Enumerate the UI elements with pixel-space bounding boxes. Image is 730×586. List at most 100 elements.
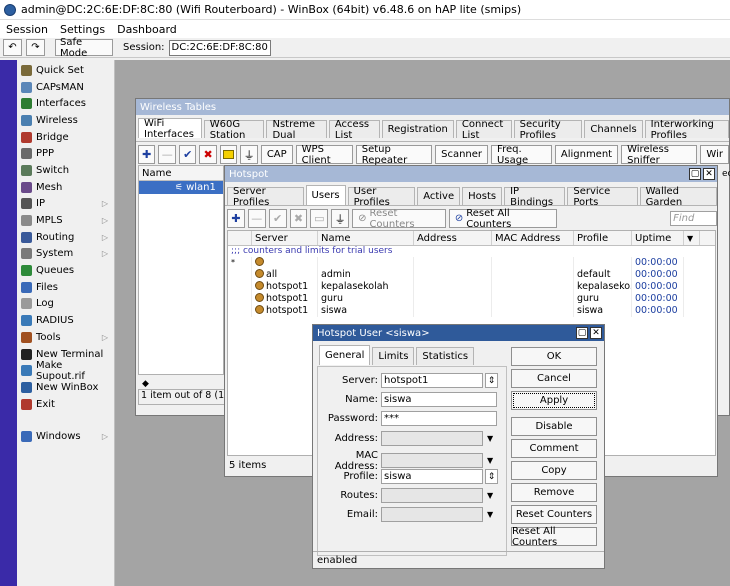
tab-access-list[interactable]: Access List (328, 119, 380, 141)
sidebar-item-make-supout-rif[interactable]: Make Supout.rif (17, 360, 114, 382)
server-field[interactable]: hotspot1 (381, 373, 483, 388)
email-field[interactable] (381, 507, 483, 523)
table-row[interactable]: * 00:00:00 (228, 257, 715, 269)
freq-usage-button[interactable]: Freq. Usage (491, 144, 552, 166)
sidebar-item-routing[interactable]: Routing ▷ (17, 229, 114, 246)
cap-button[interactable]: CAP (260, 145, 293, 164)
sidebar-item-files[interactable]: Files (17, 279, 114, 296)
cancel-button[interactable]: Cancel (511, 369, 597, 388)
table-row[interactable]: hotspot1 kepalasekolah kepalaseko... 00:00:… (228, 281, 715, 293)
wireless-sniffer-button[interactable]: Wireless Sniffer (621, 144, 698, 166)
menu-dashboard[interactable]: Dashboard (117, 23, 177, 36)
tab-hosts[interactable]: Hosts (462, 187, 503, 205)
tab-server-profiles[interactable]: Server Profiles (227, 186, 304, 208)
sidebar-item-mpls[interactable]: MPLS ▷ (17, 212, 114, 229)
reset-counters-button[interactable]: Reset Counters (511, 505, 597, 524)
col-uptime[interactable]: Uptime (632, 231, 684, 245)
tab-wifi-interfaces[interactable]: WiFi Interfaces (138, 118, 202, 140)
tab-registration[interactable]: Registration (381, 120, 454, 138)
setup-repeater-button[interactable]: Setup Repeater (355, 144, 433, 166)
session-field[interactable]: DC:2C:6E:DF:8C:80 (168, 39, 271, 56)
filter-icon[interactable]: ⏚ (331, 209, 350, 228)
routes-field[interactable] (381, 488, 483, 504)
alignment-button[interactable]: Alignment (554, 145, 619, 164)
undo-icon[interactable]: ↶ (3, 39, 22, 56)
comment-button[interactable]: Comment (511, 439, 597, 458)
profile-field[interactable]: siswa (381, 469, 483, 484)
col-server[interactable]: Server (252, 231, 318, 245)
menu-session[interactable]: Session (6, 23, 48, 36)
reset-counters-button[interactable]: ⊘ Reset Counters (352, 208, 446, 230)
disable-icon[interactable]: ✖ (199, 145, 217, 164)
reset-all-counters-button[interactable]: ⊘ Reset All Counters (448, 208, 558, 230)
tab-users[interactable]: Users (305, 185, 346, 205)
sidebar-item-interfaces[interactable]: Interfaces (17, 95, 114, 112)
sidebar-item-quick-set[interactable]: Quick Set (17, 62, 114, 79)
sidebar-item-mesh[interactable]: Mesh (17, 179, 114, 196)
name-field[interactable]: siswa (381, 392, 497, 408)
dropdown-icon[interactable]: ⇕ (485, 373, 498, 388)
wps-client-button[interactable]: WPS Client (295, 144, 353, 166)
copy-button[interactable]: Copy (511, 461, 597, 480)
filter-icon[interactable]: ⏚ (240, 145, 258, 164)
tab-security-profiles[interactable]: Security Profiles (513, 119, 583, 141)
ok-button[interactable]: OK (511, 347, 597, 366)
comment-row[interactable]: ;;; counters and limits for trial users (228, 246, 715, 257)
tab-ip-bindings[interactable]: IP Bindings (504, 186, 566, 208)
remove-button[interactable]: Remove (511, 483, 597, 502)
col-mac-address[interactable]: MAC Address (492, 231, 574, 245)
add-icon[interactable]: ✚ (138, 145, 156, 164)
column-menu-icon[interactable]: ▼ (684, 231, 700, 245)
enable-icon[interactable]: ✔ (178, 145, 197, 164)
tab-w60g-station[interactable]: W60G Station (203, 119, 265, 141)
disable-icon[interactable]: ✖ (289, 209, 308, 228)
dropdown-icon[interactable]: ⇕ (485, 469, 498, 484)
remove-icon[interactable]: — (158, 145, 176, 164)
chevron-down-icon[interactable]: ▼ (487, 491, 493, 500)
chevron-down-icon[interactable]: ▼ (487, 434, 493, 443)
scanner-button[interactable]: Scanner (435, 145, 489, 164)
reset-all-counters-button[interactable]: Reset All Counters (511, 526, 597, 548)
tab-channels[interactable]: Channels (584, 120, 643, 138)
sidebar-item-exit[interactable]: Exit (17, 396, 114, 413)
sidebar-item-bridge[interactable]: Bridge (17, 129, 114, 146)
comment-icon[interactable] (219, 145, 238, 164)
table-row[interactable]: ⚟ wlan1 (139, 181, 223, 194)
table-row[interactable]: all admin default 00:00:00 (228, 269, 715, 281)
sidebar-item-tools[interactable]: Tools ▷ (17, 329, 114, 346)
tab-user-profiles[interactable]: User Profiles (347, 186, 416, 208)
tab-interworking-profiles[interactable]: Interworking Profiles (644, 119, 729, 141)
tab-walled-garden[interactable]: Walled Garden (639, 186, 717, 208)
sidebar-item-windows[interactable]: Windows ▷ (17, 428, 114, 445)
chevron-down-icon[interactable]: ▼ (487, 456, 493, 465)
col-name[interactable]: Name (318, 231, 414, 245)
sidebar-item-ip[interactable]: IP ▷ (17, 196, 114, 213)
add-icon[interactable]: ✚ (227, 209, 245, 228)
address-field[interactable] (381, 430, 483, 446)
table-row[interactable]: hotspot1 siswa siswa 00:00:00 (228, 305, 715, 317)
disable-button[interactable]: Disable (511, 417, 597, 436)
tab-nstreme-dual[interactable]: Nstreme Dual (266, 119, 327, 141)
safe-mode-button[interactable]: Safe Mode (55, 37, 113, 59)
table-row[interactable]: hotspot1 guru guru 00:00:00 (228, 293, 715, 305)
sidebar-item-system[interactable]: System ▷ (17, 246, 114, 263)
maximize-icon[interactable]: ▢ (576, 327, 588, 339)
sidebar-item-new-winbox[interactable]: New WinBox (17, 379, 114, 396)
sidebar-item-capsman[interactable]: CAPsMAN (17, 79, 114, 96)
tab-statistics[interactable]: Statistics (416, 347, 475, 365)
sidebar-item-ppp[interactable]: PPP (17, 145, 114, 162)
tab-connect-list[interactable]: Connect List (455, 119, 512, 141)
tab-active[interactable]: Active (417, 187, 461, 205)
col-name[interactable]: Name (139, 166, 223, 180)
tab-service-ports[interactable]: Service Ports (567, 186, 638, 208)
sidebar-item-radius[interactable]: RADIUS (17, 312, 114, 329)
maximize-icon[interactable]: ▢ (689, 168, 701, 180)
sidebar-item-wireless[interactable]: Wireless (17, 112, 114, 129)
apply-button[interactable]: Apply (511, 391, 597, 410)
sidebar-item-switch[interactable]: Switch (17, 162, 114, 179)
col-profile[interactable]: Profile (574, 231, 632, 245)
mac-address-field[interactable] (381, 453, 483, 469)
sidebar-item-log[interactable]: Log (17, 296, 114, 313)
enable-icon[interactable]: ✔ (268, 209, 287, 228)
chevron-down-icon[interactable]: ▼ (487, 510, 493, 519)
